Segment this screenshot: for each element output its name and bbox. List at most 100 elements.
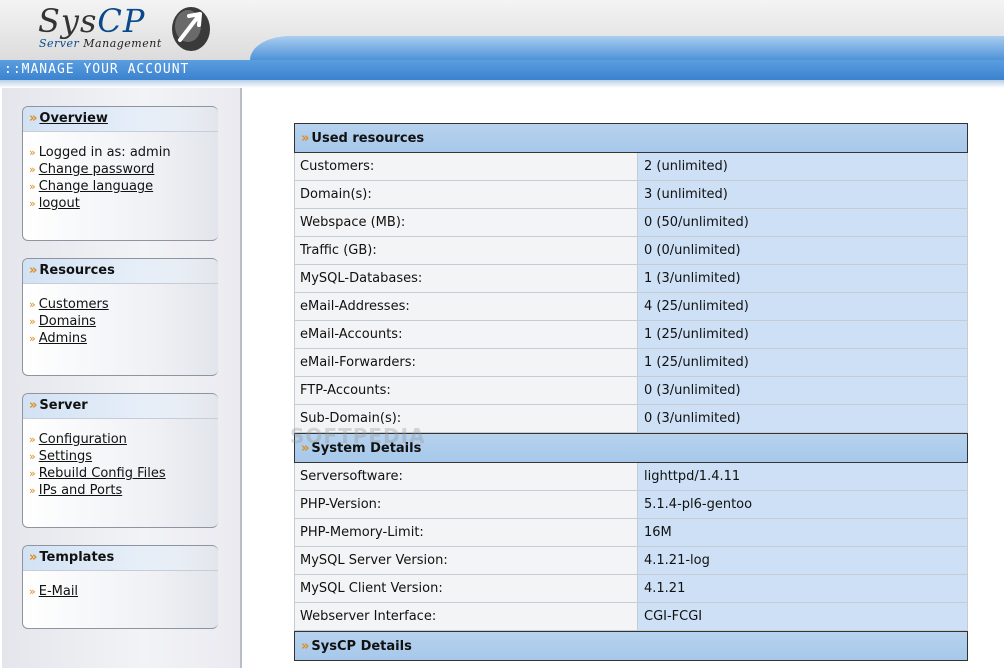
logo-sub-management: Management (83, 37, 162, 50)
sidebar-item-admins[interactable]: » Admins (29, 330, 218, 347)
change-password-link[interactable]: Change password (39, 162, 155, 177)
table-row: FTP-Accounts: 0 (3/unlimited) (294, 377, 968, 405)
table-row: PHP-Version: 5.1.4-pl6-gentoo (294, 491, 968, 519)
logo-text-sys: Sys (38, 2, 98, 40)
main-content: » Used resources Customers: 2 (unlimited) … (294, 123, 968, 661)
server-title: » Server (23, 394, 218, 419)
row-key: MySQL Server Version: (295, 547, 638, 574)
row-value: 1 (25/unlimited) (638, 321, 967, 348)
resources-box: » Resources » Customers » Domains » Admins (22, 258, 218, 376)
bullet-icon: » (29, 163, 36, 176)
templates-box: » Templates » E-Mail (22, 545, 218, 629)
sidebar-item-customers[interactable]: » Customers (29, 296, 218, 313)
row-value: 3 (unlimited) (638, 181, 967, 208)
sidebar-item-configuration[interactable]: » Configuration (29, 431, 218, 448)
table-row: Traffic (GB): 0 (0/unlimited) (294, 237, 968, 265)
email-template-link[interactable]: E-Mail (39, 584, 78, 599)
ips-ports-link[interactable]: IPs and Ports (39, 483, 122, 498)
chevron-double-right-icon: » (29, 398, 38, 413)
chevron-double-right-icon: » (301, 639, 310, 654)
bullet-icon: » (29, 298, 36, 311)
chevron-double-right-icon: » (29, 263, 38, 278)
table-row: Domain(s): 3 (unlimited) (294, 181, 968, 209)
customers-link[interactable]: Customers (39, 297, 109, 312)
resources-title: » Resources (23, 259, 218, 284)
row-key: Domain(s): (295, 181, 638, 208)
row-value: 0 (3/unlimited) (638, 377, 967, 404)
logged-in-as: » Logged in as: admin (29, 144, 218, 161)
row-key: Serversoftware: (295, 463, 638, 490)
bullet-icon: » (29, 450, 36, 463)
header: SysCP Server Management (0, 0, 1004, 60)
table-row: eMail-Addresses: 4 (25/unlimited) (294, 293, 968, 321)
row-key: FTP-Accounts: (295, 377, 638, 404)
header-swoosh (250, 36, 1004, 60)
sidebar-item-ips-ports[interactable]: » IPs and Ports (29, 482, 218, 499)
rebuild-config-link[interactable]: Rebuild Config Files (39, 466, 166, 481)
bullet-icon: » (29, 484, 36, 497)
logged-in-text: Logged in as: admin (38, 145, 171, 160)
row-key: Traffic (GB): (295, 237, 638, 264)
sidebar-item-email[interactable]: » E-Mail (29, 583, 218, 600)
logo-arrow-icon (172, 7, 210, 51)
bullet-icon: » (29, 197, 36, 210)
row-value: 4.1.21 (638, 575, 967, 602)
logo-subtitle: Server Management (39, 37, 162, 50)
bullet-icon: » (29, 332, 36, 345)
sidebar-item-logout[interactable]: » logout (29, 195, 218, 212)
watermark: SOFTPEDIA (290, 424, 426, 448)
logo: SysCP (38, 3, 145, 39)
chevron-double-right-icon: » (301, 131, 310, 146)
row-key: eMail-Addresses: (295, 293, 638, 320)
table-row: PHP-Memory-Limit: 16M (294, 519, 968, 547)
table-row: Webserver Interface: CGI-FCGI (294, 603, 968, 631)
section-title: Used resources (311, 131, 425, 146)
row-value: 0 (3/unlimited) (638, 405, 967, 432)
section-syscp-details: » SysCP Details (294, 631, 968, 661)
row-key: eMail-Accounts: (295, 321, 638, 348)
table-row: Customers: 2 (unlimited) (294, 153, 968, 181)
sidebar-item-domains[interactable]: » Domains (29, 313, 218, 330)
settings-link[interactable]: Settings (39, 449, 92, 464)
sidebar-item-settings[interactable]: » Settings (29, 448, 218, 465)
row-key: Webserver Interface: (295, 603, 638, 630)
row-key: PHP-Memory-Limit: (295, 519, 638, 546)
table-row: Serversoftware: lighttpd/1.4.11 (294, 463, 968, 491)
overview-link[interactable]: Overview (39, 111, 108, 126)
overview-box: » Overview » Logged in as: admin » Change p… (22, 106, 218, 241)
row-value: 5.1.4-pl6-gentoo (638, 491, 967, 518)
configuration-link[interactable]: Configuration (39, 432, 127, 447)
section-used-resources: » Used resources (294, 123, 968, 153)
row-key: eMail-Forwarders: (295, 349, 638, 376)
row-value: 16M (638, 519, 967, 546)
table-row: MySQL Client Version: 4.1.21 (294, 575, 968, 603)
section-title: SysCP Details (311, 639, 412, 654)
chevron-double-right-icon: » (29, 111, 38, 126)
table-row: eMail-Accounts: 1 (25/unlimited) (294, 321, 968, 349)
row-value: 4.1.21-log (638, 547, 967, 574)
change-language-link[interactable]: Change language (39, 179, 153, 194)
sidebar-item-change-password[interactable]: » Change password (29, 161, 218, 178)
title-bar-shadow (0, 80, 1004, 88)
page-title-bar: ::MANAGE YOUR ACCOUNT (0, 60, 1004, 80)
admins-link[interactable]: Admins (39, 331, 87, 346)
row-key: MySQL Client Version: (295, 575, 638, 602)
logout-link[interactable]: logout (39, 196, 80, 211)
sidebar-item-rebuild-config[interactable]: » Rebuild Config Files (29, 465, 218, 482)
row-value: 0 (50/unlimited) (638, 209, 967, 236)
row-value: CGI-FCGI (638, 603, 967, 630)
logo-text-cp: CP (97, 2, 146, 40)
table-row: Webspace (MB): 0 (50/unlimited) (294, 209, 968, 237)
table-row: MySQL Server Version: 4.1.21-log (294, 547, 968, 575)
domains-link[interactable]: Domains (39, 314, 96, 329)
row-value: 1 (25/unlimited) (638, 349, 967, 376)
sidebar-item-change-language[interactable]: » Change language (29, 178, 218, 195)
logo-sub-server: Server (39, 37, 84, 50)
bullet-icon: » (29, 433, 36, 446)
resources-heading: Resources (39, 263, 115, 278)
chevron-double-right-icon: » (29, 550, 38, 565)
row-value: 0 (0/unlimited) (638, 237, 967, 264)
bullet-icon: » (29, 585, 36, 598)
row-value: lighttpd/1.4.11 (638, 463, 967, 490)
row-value: 1 (3/unlimited) (638, 265, 967, 292)
